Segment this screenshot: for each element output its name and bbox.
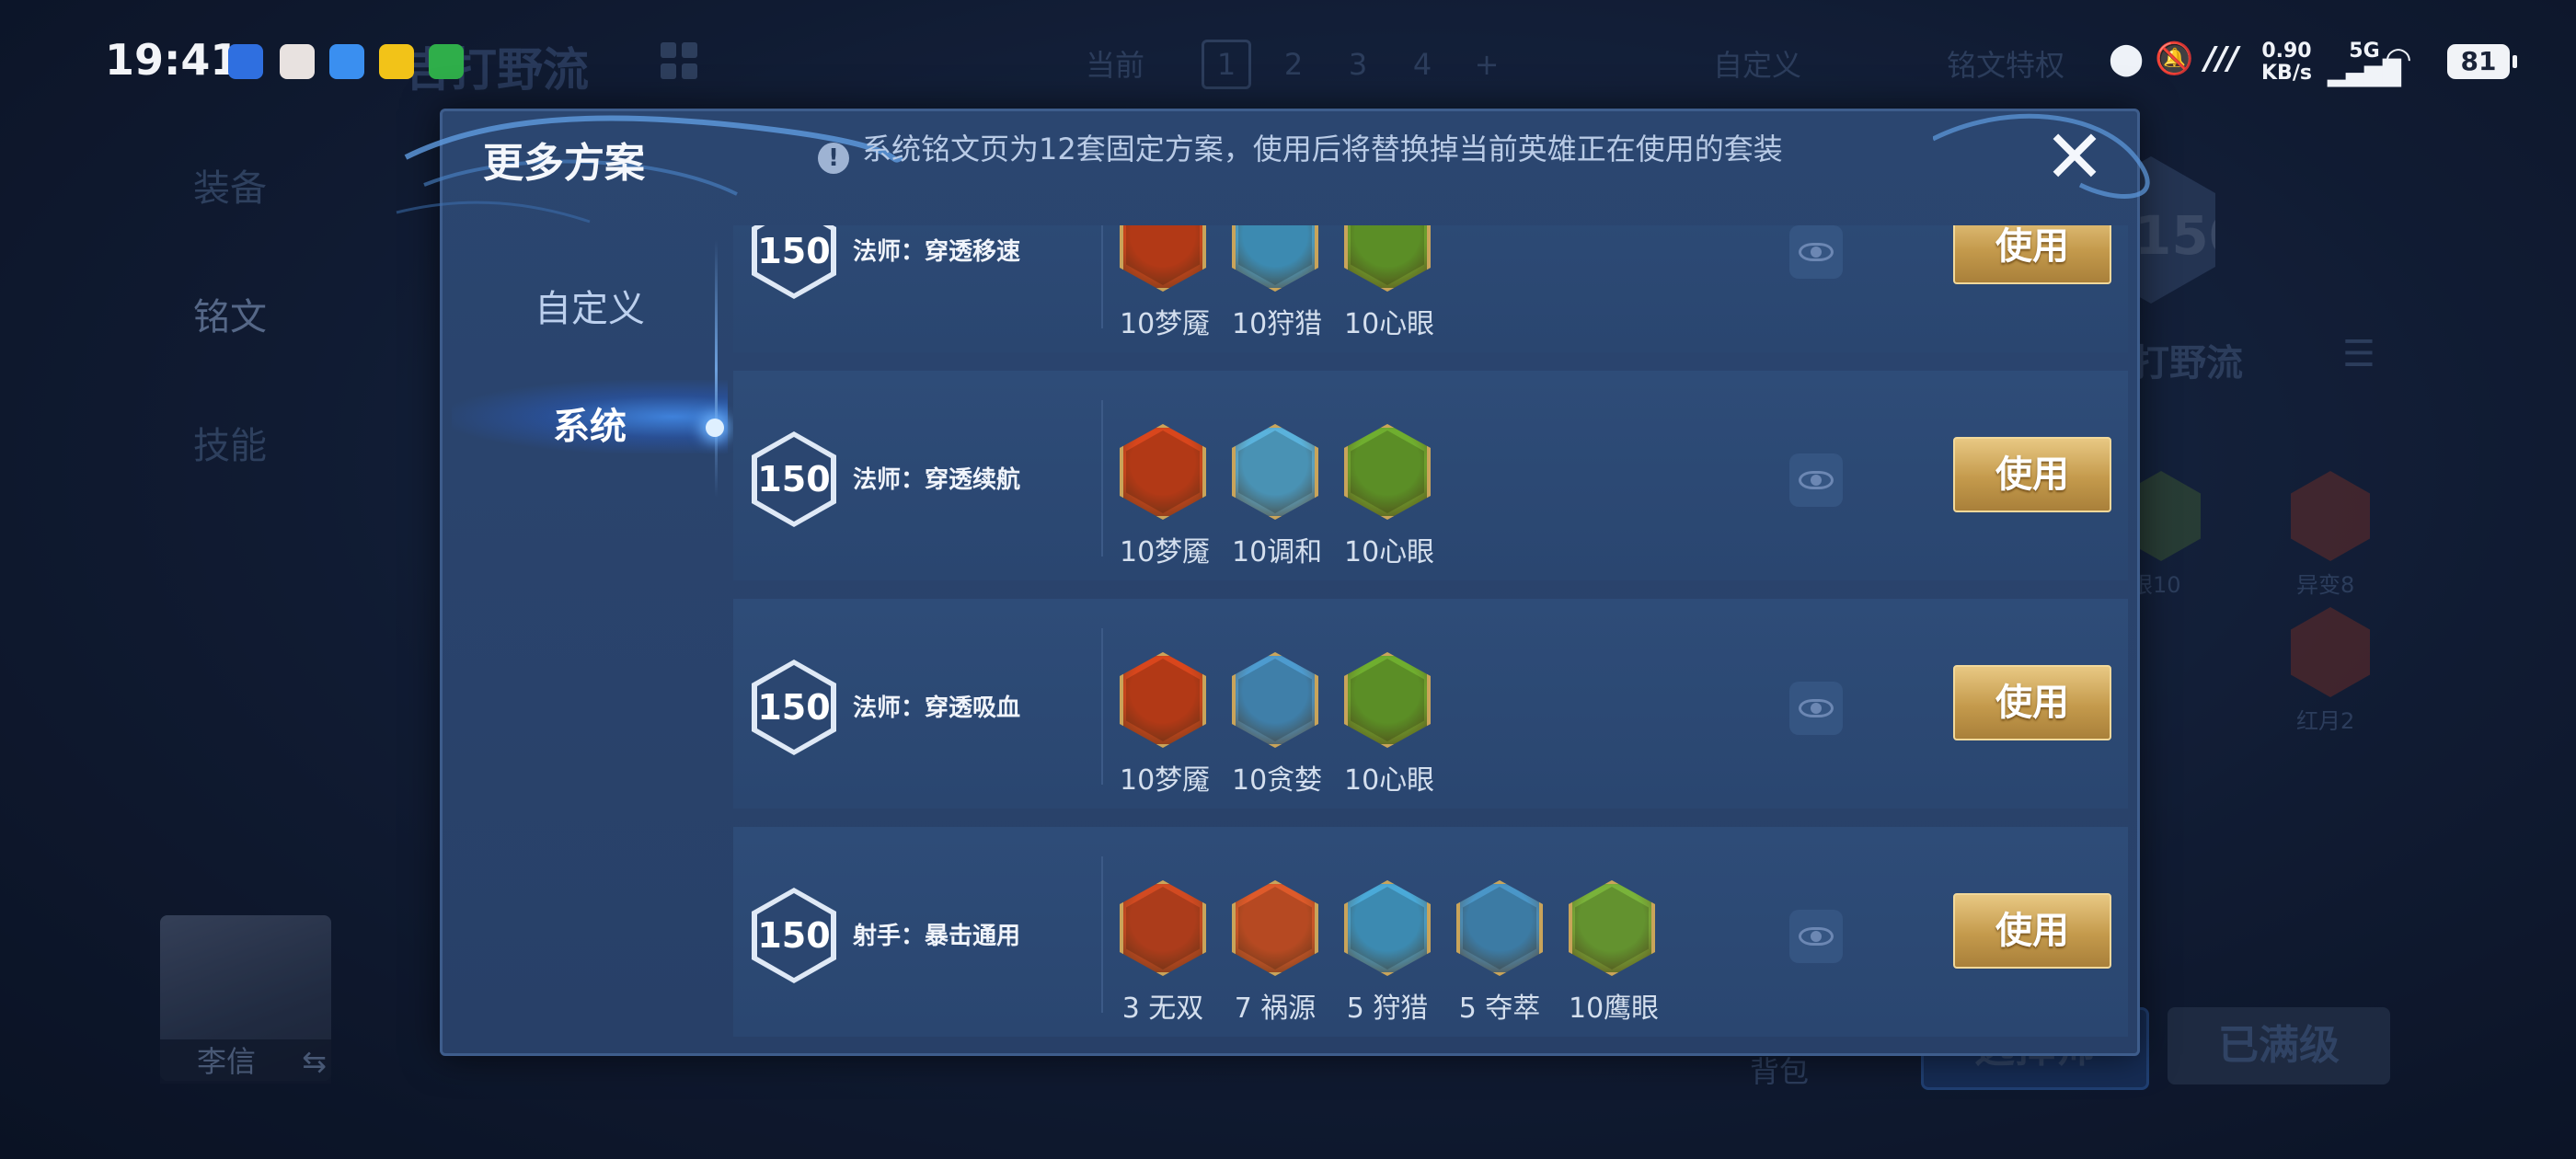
divider	[1101, 225, 1103, 328]
app-notification-icon	[228, 44, 263, 79]
rune-icon	[1120, 880, 1206, 976]
app-notification-icon	[329, 44, 364, 79]
nav-item-system[interactable]: 系统	[498, 396, 682, 450]
plan-row: 150 法师：穿透续航 10梦魇 10调和 10心眼 使用	[733, 371, 2128, 580]
rune-item: 10梦魇	[1120, 225, 1210, 341]
plan-row: 150 射手：暴击通用 3 无双 7 祸源 5 狩猎 5 夺萃 10鹰眼 使用	[733, 827, 2128, 1037]
nav-rail	[715, 240, 718, 498]
rune-item: 10心眼	[1344, 424, 1434, 569]
dialog-header: 更多方案 ! 系统铭文页为12套固定方案，使用后将替换掉当前英雄正在使用的套装 …	[396, 111, 2150, 224]
preview-eye-icon[interactable]	[1789, 910, 1843, 963]
rune-item: 10调和	[1232, 424, 1322, 569]
level-badge: 150	[752, 660, 836, 755]
plan-row: 150 法师：穿透吸血 10梦魇 10贪婪 10心眼 使用	[733, 599, 2128, 809]
status-bar: 19:41 ⬤ 🔕 /// 0.90 KB/s 5G ▂▄▆█ ◠ 81	[0, 0, 2576, 86]
rune-icon	[1232, 225, 1318, 292]
dialog-title: 更多方案	[483, 140, 645, 187]
rune-item: 3 无双	[1120, 880, 1206, 1026]
plan-name: 法师：穿透续航	[853, 466, 1021, 494]
plan-row: 150 法师：穿透移速 10梦魇 10狩猎 10心眼 使用	[733, 225, 2128, 352]
signal-speed-icon: ///	[2204, 40, 2239, 77]
rune-icon	[1120, 652, 1206, 748]
level-badge: 150	[752, 431, 836, 527]
rune-item: 10狩猎	[1232, 225, 1322, 341]
battery-indicator: 81	[2447, 44, 2517, 79]
plan-type-nav: 自定义 系统	[443, 222, 728, 1050]
rune-item: 10梦魇	[1120, 652, 1210, 798]
active-indicator-dot	[706, 419, 724, 437]
rune-icon	[1344, 652, 1431, 748]
rune-item: 10鹰眼	[1569, 880, 1659, 1026]
rune-icon	[1232, 880, 1318, 976]
plan-name: 法师：穿透移速	[853, 238, 1021, 266]
divider	[1101, 400, 1103, 557]
more-plans-dialog: 更多方案 ! 系统铭文页为12套固定方案，使用后将替换掉当前英雄正在使用的套装 …	[396, 109, 2150, 1056]
rune-item: 5 狩猎	[1344, 880, 1431, 1026]
rune-item: 5 夺萃	[1456, 880, 1543, 1026]
plan-list[interactable]: 150 法师：穿透移速 10梦魇 10狩猎 10心眼 使用 150 法师：穿透续…	[733, 225, 2128, 1051]
wifi-icon: ◠	[2385, 40, 2412, 77]
info-icon: !	[818, 143, 849, 174]
rune-item: 10贪婪	[1232, 652, 1322, 798]
rune-icon	[1232, 652, 1318, 748]
level-badge: 150	[752, 225, 836, 299]
network-speed: 0.90 KB/s	[2261, 40, 2312, 85]
app-notification-icon	[280, 44, 315, 79]
plan-name: 射手：暴击通用	[853, 923, 1021, 950]
rune-icon	[1344, 424, 1431, 520]
rune-item: 10心眼	[1344, 225, 1434, 341]
preview-eye-icon[interactable]	[1789, 682, 1843, 735]
location-icon: ⬤	[2109, 40, 2145, 77]
rune-item: 10梦魇	[1120, 424, 1210, 569]
rune-icon	[1344, 225, 1431, 292]
rune-item: 10心眼	[1344, 652, 1434, 798]
plan-name: 法师：穿透吸血	[853, 694, 1021, 722]
use-button[interactable]: 使用	[1953, 893, 2111, 969]
rune-icon	[1232, 424, 1318, 520]
rune-icon	[1569, 880, 1655, 976]
divider	[1101, 856, 1103, 1013]
divider	[1101, 628, 1103, 785]
accessibility-icon	[429, 44, 464, 79]
use-button[interactable]: 使用	[1953, 437, 2111, 512]
mute-icon: 🔕	[2155, 40, 2194, 77]
info-text: 系统铭文页为12套固定方案，使用后将替换掉当前英雄正在使用的套装	[862, 132, 1783, 166]
rune-item: 7 祸源	[1232, 880, 1318, 1026]
rune-icon	[1456, 880, 1543, 976]
level-badge: 150	[752, 888, 836, 983]
nav-item-custom[interactable]: 自定义	[498, 279, 682, 332]
preview-eye-icon[interactable]	[1789, 225, 1843, 279]
rune-icon	[1120, 424, 1206, 520]
preview-eye-icon[interactable]	[1789, 453, 1843, 507]
rune-icon	[1344, 880, 1431, 976]
app-notification-icon	[379, 44, 414, 79]
use-button[interactable]: 使用	[1953, 225, 2111, 284]
use-button[interactable]: 使用	[1953, 665, 2111, 740]
close-button[interactable]: ✕	[2038, 120, 2111, 196]
clock: 19:41	[105, 35, 240, 85]
rune-icon	[1120, 225, 1206, 292]
